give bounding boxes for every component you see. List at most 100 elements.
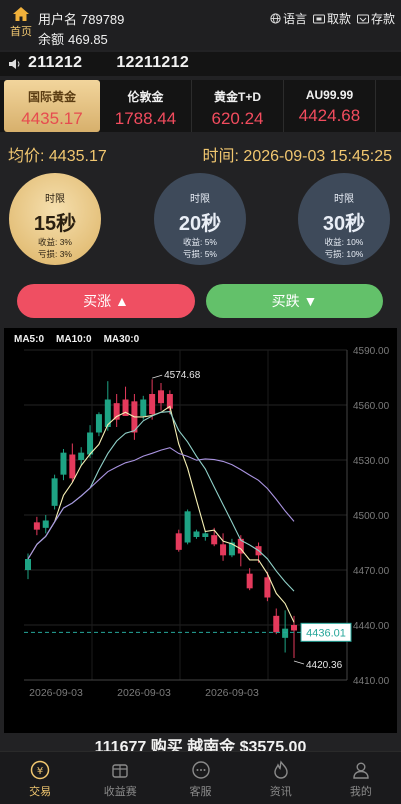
candle-body <box>211 535 218 545</box>
quote-tab-international-gold[interactable]: 国际黄金 4435.17 <box>4 80 100 132</box>
balance-value: 469.85 <box>68 32 108 47</box>
user-icon <box>321 760 401 780</box>
y-tick-label: 4590.00 <box>353 346 390 357</box>
candle-body <box>291 625 297 631</box>
quote-tab-london-gold[interactable]: 伦敦金 1788.44 <box>100 80 192 132</box>
candle-body <box>25 559 31 570</box>
candle-body <box>78 452 85 460</box>
price-info-row: 均价: 4435.17 时间: 2026-09-03 15:45:25 <box>0 140 401 165</box>
buy-up-button[interactable]: 买涨 ▲ <box>17 284 195 318</box>
header-links: 语言 取款 存款 <box>270 10 395 27</box>
ma30-line <box>27 447 295 560</box>
language-label: 语言 <box>282 12 307 26</box>
timer-seconds: 20秒 <box>178 213 222 235</box>
quote-price: 4435.17 <box>21 109 83 128</box>
ticker-item: 12211212 <box>116 54 190 71</box>
x-tick-label: 2026-09-03 <box>205 687 259 699</box>
home-icon <box>6 6 36 22</box>
timer-option-30s[interactable]: 时限 30秒 收益: 10% 亏损: 10% <box>298 173 390 265</box>
deposit-label: 存款 <box>370 12 395 26</box>
home-button[interactable]: 首页 <box>6 6 36 39</box>
withdraw-label: 取款 <box>326 12 351 26</box>
app: 首页 用户名 789789 余额 469.85 语言 取款 存款 211212 … <box>0 0 401 804</box>
withdraw-icon <box>312 14 325 24</box>
timer-loss: 亏损: 10% <box>324 249 364 259</box>
timer-label: 时限 <box>334 194 354 205</box>
candle-body <box>264 577 271 598</box>
quote-price: 620.24 <box>211 109 264 128</box>
timer-option-20s[interactable]: 时限 20秒 收益: 5% 亏损: 5% <box>154 173 246 265</box>
high-label: 4574.68 <box>164 370 201 381</box>
timer-options: 时限 15秒 收益: 3% 亏损: 3% 时限 20秒 收益: 5% 亏损: 5… <box>0 172 401 265</box>
y-tick-label: 4410.00 <box>353 676 390 687</box>
nav-service[interactable]: 客服 <box>160 752 240 804</box>
nav-trade[interactable]: ¥ 交易 <box>0 752 80 804</box>
candlestick-chart[interactable]: 4590.00 4560.00 4530.00 4500.00 4470.00 4440.… <box>4 328 397 733</box>
y-tick-label: 4560.00 <box>353 401 390 412</box>
low-label: 4420.36 <box>306 660 343 671</box>
time-label: 时间: <box>202 148 239 165</box>
deposit-icon <box>356 14 369 24</box>
y-tick-label: 4440.00 <box>353 621 390 632</box>
candle-body <box>282 628 289 638</box>
nav-label: 交易 <box>29 786 52 798</box>
buy-down-button[interactable]: 买跌 ▼ <box>206 284 383 318</box>
fire-icon <box>241 760 321 780</box>
home-label: 首页 <box>10 26 32 38</box>
ma-legend: MA5:0 MA10:0 MA30:0 <box>14 334 139 345</box>
candle-body <box>149 394 156 415</box>
y-tick-label: 4500.00 <box>353 511 390 522</box>
deposit-link[interactable]: 存款 <box>356 10 395 27</box>
username-line: 用户名 789789 <box>38 9 124 28</box>
timer-label: 时限 <box>190 194 210 205</box>
username-value: 789789 <box>81 12 125 27</box>
timer-label: 时限 <box>45 194 65 205</box>
timer-profit: 收益: 3% <box>37 237 72 247</box>
nav-label: 客服 <box>189 786 212 798</box>
language-link[interactable]: 语言 <box>270 10 307 27</box>
candle-body <box>184 511 191 543</box>
svg-text:¥: ¥ <box>37 766 43 777</box>
candle-body <box>95 414 102 433</box>
candle-body <box>175 533 182 550</box>
candle-body <box>158 390 164 404</box>
quote-tab-au9999[interactable]: AU99.99 4424.68 <box>284 80 376 132</box>
candle-body <box>69 454 76 479</box>
candle-body <box>193 531 200 537</box>
current-time: 时间: 2026-09-03 15:45:25 <box>203 142 392 166</box>
timer-profit: 收益: 10% <box>324 237 364 247</box>
nav-contest[interactable]: 收益赛 <box>80 752 160 804</box>
high-marker-line <box>152 374 163 379</box>
quote-name: 国际黄金 <box>27 90 76 104</box>
average-price-label: 均价: <box>8 148 45 165</box>
globe-icon <box>270 13 281 24</box>
quote-tab-gold-td[interactable]: 黄金T+D 620.24 <box>192 80 284 132</box>
x-tick-label: 2026-09-03 <box>117 687 171 699</box>
username-label: 用户名 <box>38 12 78 27</box>
candle-body <box>202 533 209 537</box>
chart-canvas: 4590.00 4560.00 4530.00 4500.00 4470.00 4440.… <box>24 346 390 699</box>
quote-name: AU99.99 <box>305 88 354 102</box>
timer-seconds: 15秒 <box>33 213 77 235</box>
ma10-label: MA10:0 <box>56 334 92 345</box>
current-price-label: 4436.01 <box>306 627 346 639</box>
quote-price: 4424.68 <box>298 106 361 125</box>
timer-loss: 亏损: 3% <box>37 249 72 259</box>
withdraw-link[interactable]: 取款 <box>312 10 351 27</box>
candle-body <box>33 522 40 530</box>
nav-label: 我的 <box>349 786 372 798</box>
quote-price: 1788.44 <box>114 109 177 128</box>
average-price-value: 4435.17 <box>48 148 107 165</box>
bottom-nav: ¥ 交易 收益赛 客服 资讯 我的 <box>0 751 401 804</box>
timer-option-15s[interactable]: 时限 15秒 收益: 3% 亏损: 3% <box>9 173 101 265</box>
timer-loss: 亏损: 5% <box>182 249 217 259</box>
ticker-item: 211212 <box>28 54 83 71</box>
candle-body <box>42 520 49 528</box>
quote-name: 黄金T+D <box>213 90 261 104</box>
nav-mine[interactable]: 我的 <box>321 752 401 804</box>
low-marker-line <box>293 660 305 665</box>
nav-news[interactable]: 资讯 <box>241 752 321 804</box>
quote-name: 伦敦金 <box>127 90 164 104</box>
average-price: 均价: 4435.17 <box>8 142 107 166</box>
contest-icon <box>80 760 160 780</box>
